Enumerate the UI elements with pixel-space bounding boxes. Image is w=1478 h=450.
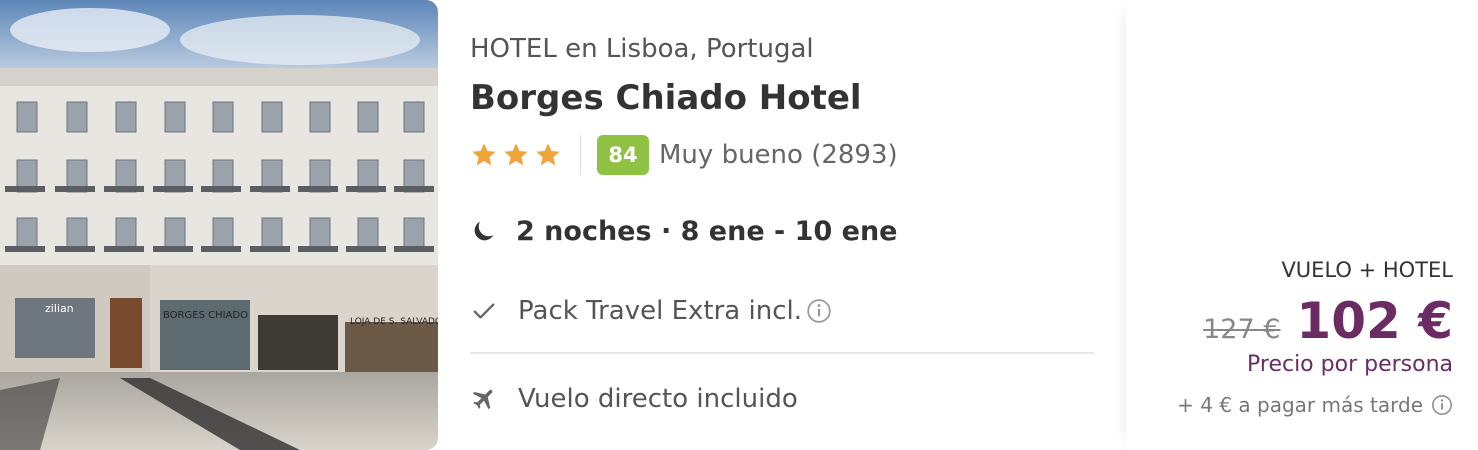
airplane-icon bbox=[472, 389, 493, 410]
star-icon bbox=[536, 143, 560, 166]
package-label: VUELO + HOTEL bbox=[1281, 258, 1453, 282]
hotel-info: HOTEL en Lisboa, Portugal Borges Chiado … bbox=[470, 0, 1095, 450]
hotel-photo[interactable]: zilian BORGES CHIADO LOJA DE S. SALVADOR bbox=[0, 0, 438, 450]
star-icon bbox=[504, 143, 528, 166]
star-rating bbox=[470, 141, 562, 169]
hotel-sign: BORGES CHIADO bbox=[163, 310, 248, 321]
store-sign: LOJA DE S. SALVADOR bbox=[350, 317, 438, 327]
feature-label: Vuelo directo incluido bbox=[518, 384, 798, 414]
old-price: 127 € bbox=[1203, 314, 1281, 345]
extra-fee: + 4 € a pagar más tarde bbox=[1177, 393, 1453, 417]
price-row: 127 € 102 € bbox=[1203, 292, 1453, 350]
moon-icon bbox=[474, 221, 494, 241]
shop-sign: zilian bbox=[45, 302, 74, 315]
hotel-facade-image: zilian BORGES CHIADO LOJA DE S. SALVADOR bbox=[0, 0, 438, 450]
hotel-result-card[interactable]: zilian BORGES CHIADO LOJA DE S. SALVADOR… bbox=[0, 0, 1478, 450]
hotel-type-location: HOTEL en Lisboa, Portugal bbox=[470, 34, 814, 64]
current-price: 102 € bbox=[1296, 292, 1453, 350]
extra-fee-text: + 4 € a pagar más tarde bbox=[1177, 393, 1423, 417]
feature-label: Pack Travel Extra incl. bbox=[518, 296, 802, 326]
check-icon bbox=[473, 303, 495, 319]
stay-summary: 2 noches · 8 ene - 10 ene bbox=[516, 215, 898, 247]
score-label[interactable]: Muy bueno (2893) bbox=[659, 140, 898, 170]
hotel-name[interactable]: Borges Chiado Hotel bbox=[470, 78, 862, 118]
price-panel[interactable]: VUELO + HOTEL 127 € 102 € Precio por per… bbox=[1126, 0, 1478, 450]
score-badge: 84 bbox=[597, 135, 649, 175]
feature-item: Vuelo directo incluido bbox=[470, 376, 798, 422]
rating-divider bbox=[580, 135, 581, 175]
price-per-person-label: Precio por persona bbox=[1247, 352, 1453, 377]
stay-row: 2 noches · 8 ene - 10 ene bbox=[470, 208, 897, 254]
rating-row: 84 Muy bueno (2893) bbox=[470, 133, 898, 177]
info-icon[interactable] bbox=[1431, 394, 1453, 416]
star-icon bbox=[472, 143, 496, 166]
feature-item: Pack Travel Extra incl. bbox=[470, 288, 832, 334]
info-icon[interactable] bbox=[806, 298, 832, 324]
feature-divider bbox=[470, 352, 1094, 354]
